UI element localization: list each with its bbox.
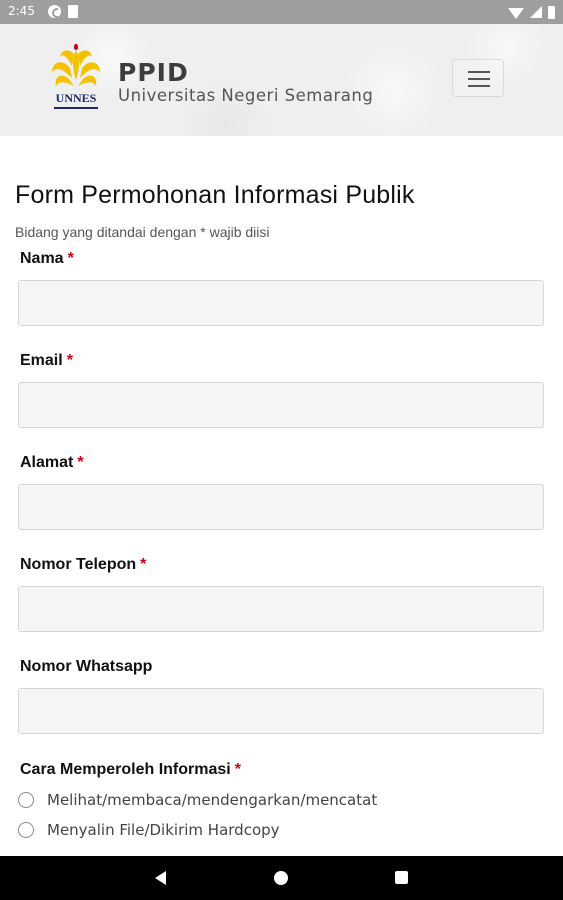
required-marker: * bbox=[140, 556, 147, 573]
form-container: Form Permohonan Informasi Publik Bidang … bbox=[0, 136, 563, 856]
status-time: 2:45 bbox=[8, 4, 35, 18]
radio-label[interactable]: Melihat/membaca/mendengarkan/mencatat bbox=[47, 791, 377, 809]
radio-label[interactable]: Menyalin File/Dikirim Hardcopy bbox=[47, 821, 280, 839]
recents-icon[interactable] bbox=[395, 871, 408, 884]
required-note: Bidang yang ditandai dengan * wajib diis… bbox=[15, 224, 270, 240]
field-label-nomor-whatsapp: Nomor Whatsapp bbox=[20, 658, 152, 676]
unnes-logo[interactable]: UNNES bbox=[48, 44, 104, 116]
label-text: Nama bbox=[20, 250, 64, 267]
field-label-alamat: Alamat * bbox=[20, 454, 84, 472]
android-nav-bar bbox=[0, 856, 563, 900]
label-text: Cara Memperoleh Informasi bbox=[20, 761, 231, 778]
required-marker: * bbox=[234, 761, 241, 778]
alamat-input[interactable] bbox=[18, 484, 544, 530]
required-marker: * bbox=[66, 352, 73, 369]
hamburger-icon-line bbox=[468, 78, 490, 80]
back-icon[interactable] bbox=[155, 871, 166, 885]
brand-subtitle: Universitas Negeri Semarang bbox=[118, 86, 374, 105]
required-marker: * bbox=[67, 250, 74, 267]
label-text: Nomor Whatsapp bbox=[20, 658, 153, 675]
unnes-logo-icon: UNNES bbox=[52, 44, 100, 109]
required-marker: * bbox=[77, 454, 84, 471]
email-input[interactable] bbox=[18, 382, 544, 428]
field-label-cara-memperoleh: Cara Memperoleh Informasi * bbox=[20, 761, 241, 779]
label-text: Alamat bbox=[20, 454, 74, 471]
hamburger-icon-line bbox=[468, 71, 490, 73]
field-label-nama: Nama * bbox=[20, 250, 74, 268]
radio-option-menyalin[interactable]: Menyalin File/Dikirim Hardcopy bbox=[18, 820, 280, 840]
nama-input[interactable] bbox=[18, 280, 544, 326]
label-text: Nomor Telepon bbox=[20, 556, 137, 573]
hamburger-menu-button[interactable] bbox=[452, 59, 504, 97]
label-text: Email bbox=[20, 352, 63, 369]
battery-icon bbox=[548, 5, 555, 19]
status-icons bbox=[508, 3, 555, 21]
nomor-whatsapp-input[interactable] bbox=[18, 688, 544, 734]
status-bar: 2:45 bbox=[0, 0, 563, 24]
google-notification-icon bbox=[48, 5, 61, 18]
signal-icon bbox=[530, 6, 542, 18]
svg-text:UNNES: UNNES bbox=[56, 91, 97, 105]
sd-card-icon bbox=[68, 5, 78, 18]
app-header: UNNES PPID Universitas Negeri Semarang bbox=[0, 24, 563, 136]
radio-button[interactable] bbox=[18, 822, 34, 838]
radio-button[interactable] bbox=[18, 792, 34, 808]
home-icon[interactable] bbox=[274, 871, 288, 885]
brand-title: PPID bbox=[118, 58, 189, 87]
nomor-telepon-input[interactable] bbox=[18, 586, 544, 632]
field-label-email: Email * bbox=[20, 352, 73, 370]
field-label-nomor-telepon: Nomor Telepon * bbox=[20, 556, 146, 574]
wifi-icon bbox=[508, 7, 524, 19]
hamburger-icon-line bbox=[468, 85, 490, 87]
page-title: Form Permohonan Informasi Publik bbox=[15, 181, 415, 209]
radio-option-melihat[interactable]: Melihat/membaca/mendengarkan/mencatat bbox=[18, 790, 377, 810]
